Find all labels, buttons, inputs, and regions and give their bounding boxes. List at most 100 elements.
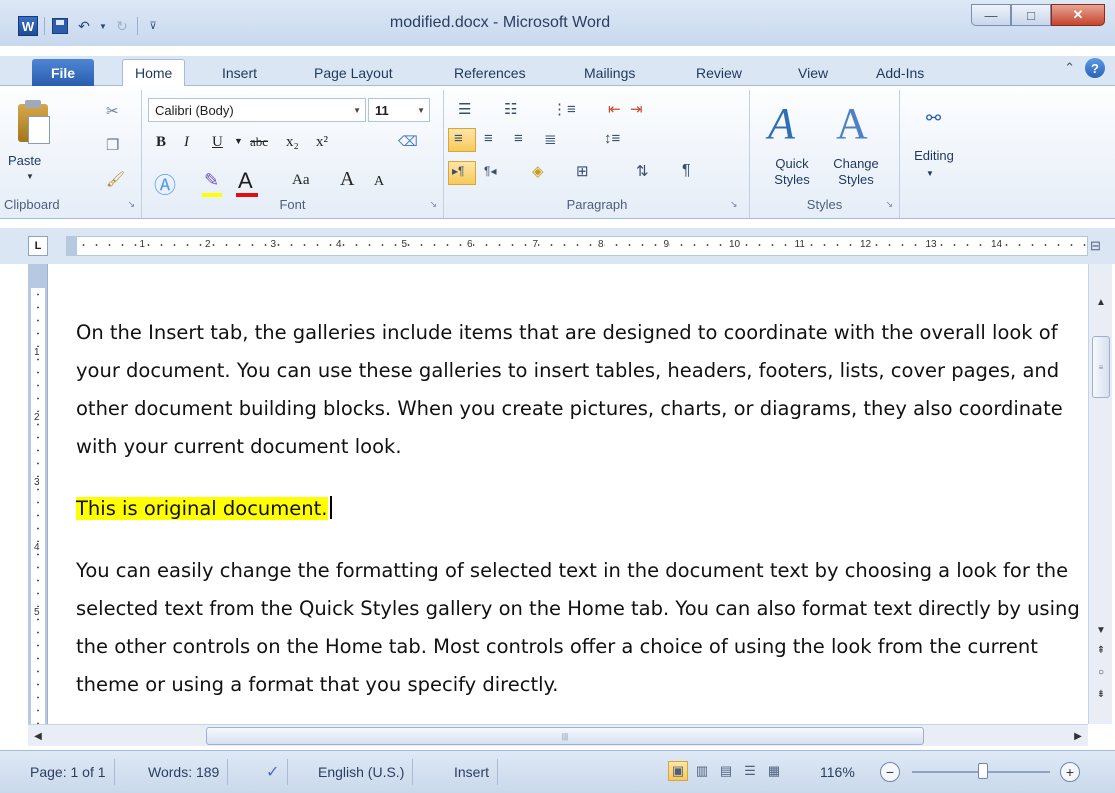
ruler-number: 8 bbox=[598, 239, 604, 250]
minimize-button[interactable]: — bbox=[971, 4, 1011, 26]
paragraph-group-label: Paragraph bbox=[566, 197, 628, 212]
full-screen-reading-view-button[interactable]: ▥ bbox=[692, 761, 712, 781]
maximize-button[interactable]: □ bbox=[1011, 4, 1051, 26]
zoom-in-button[interactable]: + bbox=[1060, 762, 1080, 782]
select-browse-object-icon[interactable]: ○ bbox=[1091, 662, 1111, 682]
view-ruler-icon[interactable]: ⊟ bbox=[1090, 238, 1101, 254]
strikethrough-button[interactable]: abc bbox=[250, 134, 268, 150]
font-color-button[interactable]: A bbox=[238, 168, 253, 194]
align-right-icon[interactable]: ≡ bbox=[514, 130, 523, 147]
draft-icon: ▦ bbox=[767, 763, 781, 778]
decrease-indent-icon[interactable]: ⇤ bbox=[608, 100, 621, 118]
right-to-left-icon[interactable]: ¶◂ bbox=[484, 164, 496, 178]
tab-file[interactable]: File bbox=[32, 59, 94, 86]
format-painter-icon[interactable]: 🖌 bbox=[106, 170, 125, 188]
insert-mode-indicator[interactable]: Insert bbox=[446, 759, 499, 785]
paste-button[interactable]: Paste bbox=[8, 153, 41, 168]
horizontal-scrollbar[interactable]: ◀ ||| ▶ bbox=[28, 724, 1088, 746]
vertical-scrollbar[interactable]: ▲ ≡ ▼ ⇞ ○ ⇟ bbox=[1088, 264, 1112, 724]
proofing-status[interactable]: ✓ bbox=[258, 759, 289, 785]
grow-font-button[interactable]: A bbox=[340, 168, 354, 191]
align-left-icon: ≡ bbox=[454, 130, 463, 147]
help-icon[interactable]: ? bbox=[1085, 58, 1105, 78]
scroll-right-icon[interactable]: ▶ bbox=[1070, 727, 1086, 745]
scroll-left-icon[interactable]: ◀ bbox=[30, 727, 46, 745]
font-name-combo[interactable]: Calibri (Body) ▼ bbox=[148, 98, 366, 122]
ruler-number: 7 bbox=[532, 239, 539, 250]
next-page-icon[interactable]: ⇟ bbox=[1091, 684, 1111, 704]
justify-icon[interactable]: ≣ bbox=[544, 130, 557, 148]
zoom-out-button[interactable]: − bbox=[880, 762, 900, 782]
clipboard-launcher-icon[interactable]: ↘ bbox=[127, 199, 135, 210]
tab-review[interactable]: Review bbox=[696, 59, 742, 86]
increase-indent-icon[interactable]: ⇥ bbox=[630, 100, 643, 118]
web-layout-view-button[interactable]: ▤ bbox=[716, 761, 736, 781]
draft-view-button[interactable]: ▦ bbox=[764, 761, 784, 781]
font-size-combo[interactable]: 11 ▼ bbox=[368, 98, 430, 122]
clear-formatting-icon[interactable]: ⌫ bbox=[398, 134, 418, 151]
paragraph-launcher-icon[interactable]: ↘ bbox=[730, 199, 738, 210]
horizontal-ruler[interactable]: 1 2 3 4 5 6 7 8 9 10 11 12 13 14 bbox=[66, 236, 1088, 256]
print-layout-view-button[interactable]: ▣ bbox=[668, 761, 688, 781]
styles-launcher-icon[interactable]: ↘ bbox=[885, 199, 893, 210]
shrink-font-button[interactable]: A bbox=[374, 174, 384, 190]
vertical-scroll-thumb[interactable]: ≡ bbox=[1092, 336, 1110, 398]
horizontal-scroll-thumb[interactable]: ||| bbox=[206, 727, 924, 745]
tab-insert[interactable]: Insert bbox=[222, 59, 257, 86]
word-count[interactable]: Words: 189 bbox=[140, 759, 229, 785]
line-spacing-icon[interactable]: ↕≡ bbox=[604, 130, 620, 147]
document-paragraph-1[interactable]: On the Insert tab, the galleries include… bbox=[76, 314, 1086, 466]
underline-dropdown-icon[interactable]: ▼ bbox=[234, 136, 243, 146]
tab-page-layout[interactable]: Page Layout bbox=[314, 59, 393, 86]
superscript-button[interactable]: x² bbox=[316, 134, 328, 151]
show-formatting-button[interactable]: ¶ bbox=[682, 162, 691, 180]
highlight-color-icon[interactable]: ✎ bbox=[204, 170, 219, 191]
tab-add-ins[interactable]: Add-Ins bbox=[876, 59, 924, 86]
tab-view[interactable]: View bbox=[798, 59, 828, 86]
page-count[interactable]: Page: 1 of 1 bbox=[22, 759, 115, 785]
numbering-icon[interactable]: ☷ bbox=[504, 100, 517, 118]
bullets-icon[interactable]: ☰ bbox=[458, 100, 471, 118]
document-page[interactable]: On the Insert tab, the galleries include… bbox=[48, 264, 1086, 724]
chevron-down-icon: ▼ bbox=[353, 105, 361, 115]
minimize-ribbon-icon[interactable]: ⌃ bbox=[1064, 60, 1075, 76]
borders-icon[interactable]: ⊞ bbox=[576, 162, 589, 180]
outline-view-button[interactable]: ☰ bbox=[740, 761, 760, 781]
align-center-icon[interactable]: ≡ bbox=[484, 130, 493, 147]
vertical-ruler[interactable] bbox=[28, 264, 48, 724]
italic-button[interactable]: I bbox=[184, 134, 189, 151]
tab-selector[interactable]: L bbox=[28, 236, 48, 256]
cut-icon[interactable]: ✂ bbox=[106, 102, 119, 120]
close-button[interactable]: ✕ bbox=[1051, 4, 1105, 26]
bold-button[interactable]: B bbox=[156, 134, 166, 151]
document-paragraph-highlighted[interactable]: This is original document. bbox=[76, 490, 1086, 528]
quick-styles-icon[interactable]: A bbox=[768, 98, 795, 149]
change-styles-button[interactable]: Change Styles bbox=[824, 156, 888, 188]
language-indicator[interactable]: English (U.S.) bbox=[310, 759, 414, 785]
document-paragraph-2[interactable]: You can easily change the formatting of … bbox=[76, 552, 1086, 704]
change-case-button[interactable]: Aa bbox=[292, 172, 310, 189]
change-styles-icon[interactable]: A bbox=[836, 98, 868, 149]
ruler-number: 14 bbox=[991, 239, 1003, 250]
underline-button[interactable]: U bbox=[212, 134, 223, 151]
previous-page-icon[interactable]: ⇞ bbox=[1091, 640, 1111, 660]
scroll-down-icon[interactable]: ▼ bbox=[1091, 620, 1111, 640]
scroll-up-icon[interactable]: ▲ bbox=[1091, 292, 1111, 312]
shading-icon[interactable]: ◈ bbox=[532, 162, 544, 180]
text-effects-icon[interactable]: Ⓐ bbox=[154, 168, 176, 200]
tab-references[interactable]: References bbox=[454, 59, 526, 86]
quick-styles-button[interactable]: Quick Styles bbox=[762, 156, 822, 188]
zoom-level[interactable]: 116% bbox=[812, 759, 863, 785]
tab-mailings[interactable]: Mailings bbox=[584, 59, 635, 86]
subscript-button[interactable]: x₂ bbox=[286, 134, 299, 151]
sort-icon[interactable]: ⇅ bbox=[636, 162, 649, 180]
editing-button[interactable] bbox=[910, 92, 958, 192]
multilevel-list-icon[interactable]: ⋮≡ bbox=[552, 100, 576, 118]
zoom-slider-thumb[interactable] bbox=[978, 763, 988, 779]
tab-home[interactable]: Home bbox=[122, 59, 186, 86]
paste-icon[interactable] bbox=[14, 98, 54, 144]
highlighted-text[interactable]: This is original document. bbox=[76, 497, 328, 520]
font-launcher-icon[interactable]: ↘ bbox=[429, 199, 437, 210]
copy-icon[interactable]: ❐ bbox=[106, 136, 119, 154]
paste-dropdown-icon[interactable]: ▼ bbox=[26, 172, 34, 181]
